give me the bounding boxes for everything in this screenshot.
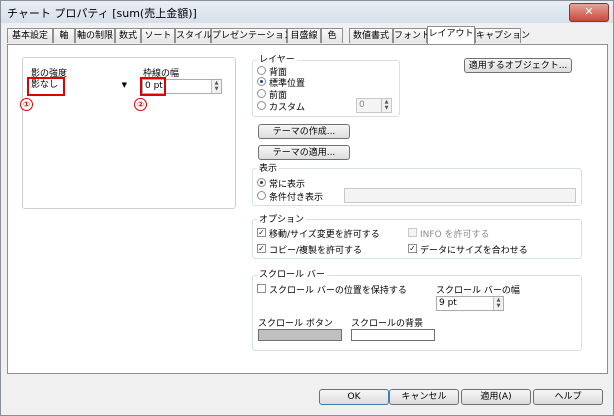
- tab-expressions[interactable]: 数式: [115, 28, 141, 43]
- scroll-button-label: スクロール ボタン: [258, 319, 333, 329]
- options-group-label: オプション: [257, 212, 307, 225]
- help-button[interactable]: ヘルプ: [533, 389, 603, 405]
- scrollbar-width-label: スクロール バーの幅: [436, 286, 520, 296]
- allow-info-label: INFO を許可する: [420, 230, 490, 240]
- apply-objects-button[interactable]: 適用するオブジェクト...: [464, 58, 572, 73]
- layer-back-radio[interactable]: [257, 66, 266, 75]
- fit-data-checkbox[interactable]: ✓: [408, 244, 417, 253]
- chart-properties-dialog: チャート プロパティ [sum(売上金額)] ✕ 基本設定 軸 軸の制限 数式 …: [0, 0, 614, 416]
- layer-front-radio[interactable]: [257, 89, 266, 98]
- title-bar: チャート プロパティ [sum(売上金額)] ✕: [1, 1, 613, 23]
- ok-button[interactable]: OK: [319, 389, 389, 405]
- allow-copy-checkbox[interactable]: ✓: [257, 244, 266, 253]
- allow-info-checkbox[interactable]: [408, 228, 417, 237]
- scroll-background-label: スクロールの背景: [351, 319, 424, 329]
- display-group-label: 表示: [257, 161, 280, 174]
- scroll-button-color-swatch[interactable]: [258, 329, 342, 341]
- apply-theme-button[interactable]: テーマの適用...: [258, 145, 350, 160]
- marker-1: ①: [20, 98, 33, 111]
- layer-custom-spinner[interactable]: 0 ▲ ▼: [356, 98, 392, 113]
- dropdown-arrow-icon: ▼: [121, 81, 127, 89]
- display-always-label: 常に表示: [269, 180, 306, 190]
- tab-sort[interactable]: ソート: [141, 28, 175, 43]
- conditional-expression-field[interactable]: [344, 188, 576, 203]
- tab-axes[interactable]: 軸: [53, 28, 75, 43]
- tab-layout[interactable]: レイアウト: [427, 26, 475, 44]
- highlight-frame-1: [27, 77, 65, 96]
- display-conditional-label: 条件付き表示: [269, 193, 324, 203]
- fit-data-label: データにサイズを合わせる: [420, 246, 528, 256]
- tab-colors[interactable]: 色: [321, 28, 343, 43]
- create-theme-button[interactable]: テーマの作成...: [258, 124, 350, 139]
- layout-tab-panel: 影の強度 影なし ▼ ① 枠線の幅 0 pt ▲ ▼ ② レイヤー 背面 標準位置…: [7, 44, 608, 374]
- marker-2: ②: [134, 98, 147, 111]
- window-title: チャート プロパティ [sum(売上金額)]: [7, 7, 197, 20]
- tab-caption[interactable]: キャプション: [475, 28, 530, 43]
- tab-style[interactable]: スタイル: [175, 28, 212, 43]
- tab-gridlines[interactable]: 目盛線: [287, 28, 321, 43]
- spinner-arrows-icon[interactable]: ▲ ▼: [493, 297, 503, 310]
- keep-scroll-position-label: スクロール バーの位置を保持する: [269, 286, 407, 296]
- display-always-radio[interactable]: [257, 178, 266, 187]
- highlight-frame-2: [140, 77, 166, 96]
- tab-basic[interactable]: 基本設定: [7, 28, 53, 43]
- tab-axis-limits[interactable]: 軸の制限: [75, 28, 115, 43]
- display-conditional-radio[interactable]: [257, 191, 266, 200]
- layer-group-label: レイヤー: [257, 52, 297, 65]
- allow-move-resize-label: 移動/サイズ変更を許可する: [269, 230, 380, 240]
- scrollbar-group-label: スクロール バー: [257, 267, 327, 280]
- layer-custom-label: カスタム: [269, 103, 306, 113]
- close-button[interactable]: ✕: [569, 3, 609, 22]
- layer-custom-value: 0: [359, 100, 365, 110]
- scrollbar-width-spinner[interactable]: 9 pt ▲ ▼: [436, 296, 504, 311]
- allow-move-resize-checkbox[interactable]: ✓: [257, 228, 266, 237]
- apply-button[interactable]: 適用(A): [461, 389, 531, 405]
- allow-copy-label: コピー/複製を許可する: [269, 246, 363, 256]
- tab-number[interactable]: 数値書式: [349, 28, 393, 43]
- layer-normal-radio[interactable]: [257, 77, 266, 86]
- spinner-arrows-icon[interactable]: ▲ ▼: [211, 80, 221, 93]
- tab-font[interactable]: フォント: [393, 28, 430, 43]
- scroll-background-color-swatch[interactable]: [351, 329, 435, 341]
- cancel-button[interactable]: キャンセル: [389, 389, 459, 405]
- layer-custom-radio[interactable]: [257, 101, 266, 110]
- keep-scroll-position-checkbox[interactable]: [257, 284, 266, 293]
- tab-presentation[interactable]: プレゼンテーション: [211, 28, 293, 43]
- scrollbar-width-value: 9 pt: [439, 298, 457, 308]
- spinner-arrows-icon[interactable]: ▲ ▼: [381, 99, 391, 112]
